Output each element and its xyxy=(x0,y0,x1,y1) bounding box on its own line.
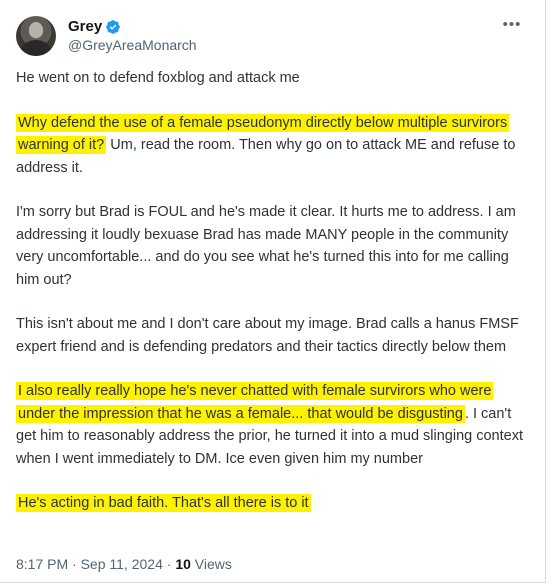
meta-separator: · xyxy=(162,556,176,572)
paragraph-3-text: I'm sorry but Brad is FOUL and he's made… xyxy=(16,204,516,288)
paragraph-3: I'm sorry but Brad is FOUL and he's made… xyxy=(16,201,528,291)
post-time[interactable]: 8:17 PM xyxy=(16,556,68,572)
highlighted-text-3: He's acting in bad faith. That's all the… xyxy=(16,494,311,512)
highlighted-text-2: I also really really hope he's never cha… xyxy=(16,382,494,423)
name-row: Grey xyxy=(68,17,197,36)
tweet-header: Grey @GreyAreaMonarch xyxy=(16,14,197,58)
author-names: Grey @GreyAreaMonarch xyxy=(68,17,197,55)
paragraph-1: He went on to defend foxblog and attack … xyxy=(16,67,528,90)
tweet-text: He went on to defend foxblog and attack … xyxy=(16,67,528,537)
views-label: Views xyxy=(190,556,232,572)
paragraph-2: Why defend the use of a female pseudonym… xyxy=(16,112,528,180)
paragraph-6: He's acting in bad faith. That's all the… xyxy=(16,492,528,515)
tweet-meta: 8:17 PM · Sep 11, 2024 · 10 Views xyxy=(16,556,232,572)
paragraph-5: I also really really hope he's never cha… xyxy=(16,380,528,470)
more-options-icon[interactable]: ••• xyxy=(501,16,523,33)
meta-separator: · xyxy=(68,556,81,572)
avatar[interactable] xyxy=(16,16,56,56)
paragraph-4-text: This isn't about me and I don't care abo… xyxy=(16,316,519,355)
avatar-head xyxy=(29,22,43,38)
views-count[interactable]: 10 xyxy=(175,556,191,572)
author-display-name[interactable]: Grey xyxy=(68,17,102,36)
verified-badge-icon xyxy=(106,19,121,34)
author-handle[interactable]: @GreyAreaMonarch xyxy=(68,36,197,55)
post-date[interactable]: Sep 11, 2024 xyxy=(81,556,163,572)
paragraph-4: This isn't about me and I don't care abo… xyxy=(16,313,528,358)
tweet-card: Grey @GreyAreaMonarch ••• He went on to … xyxy=(0,0,546,583)
paragraph-1-text: He went on to defend foxblog and attack … xyxy=(16,70,300,86)
avatar-shoulders xyxy=(21,40,51,56)
